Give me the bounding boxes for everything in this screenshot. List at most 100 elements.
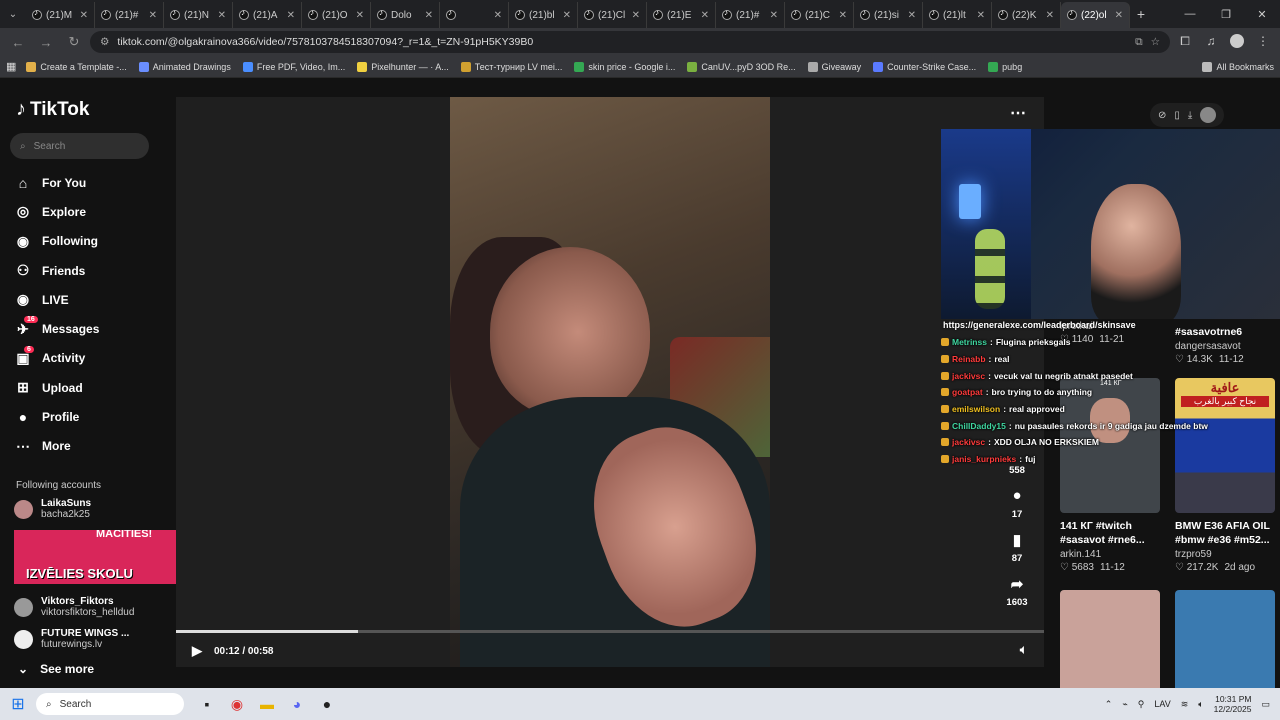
volume-icon[interactable]: 🔈︎ bbox=[1020, 641, 1028, 658]
browser-tab[interactable]: (22)K✕ bbox=[992, 2, 1061, 28]
account-futurewings[interactable]: FUTURE WINGS ... futurewings.lv bbox=[14, 628, 129, 650]
mic-icon[interactable]: ⚲ bbox=[1138, 699, 1145, 710]
windows-start-icon[interactable]: ⊞ bbox=[0, 694, 36, 714]
bookmark-item[interactable]: Counter-Strike Case... bbox=[873, 61, 976, 72]
browser-tab[interactable]: (21)C✕ bbox=[785, 2, 854, 28]
clock[interactable]: 10:31 PM 12/2/2025 bbox=[1214, 694, 1252, 714]
reload-icon[interactable]: ↻ bbox=[62, 34, 86, 50]
tab-search-button[interactable]: ⌄ bbox=[0, 0, 26, 28]
search-input[interactable]: ⌕ Search bbox=[10, 133, 149, 159]
close-tab-icon[interactable]: ✕ bbox=[701, 10, 709, 21]
nav-item-explore[interactable]: ◎ Explore bbox=[14, 197, 99, 226]
browser-tab[interactable]: ✕ bbox=[440, 2, 509, 28]
close-tab-icon[interactable]: ✕ bbox=[977, 10, 985, 21]
browser-tab[interactable]: (22)ol✕ bbox=[1061, 2, 1130, 28]
file-explorer-icon[interactable]: ▬ bbox=[252, 696, 282, 712]
video-card[interactable] bbox=[1175, 590, 1275, 688]
bookmark-star-icon[interactable]: ☆ bbox=[1151, 36, 1160, 48]
bookmark-item[interactable]: Animated Drawings bbox=[138, 61, 231, 72]
browser-tab[interactable]: (21)si✕ bbox=[854, 2, 923, 28]
extensions-icon[interactable]: ⧠ bbox=[1174, 34, 1196, 51]
more-options-icon[interactable]: ⋯ bbox=[1010, 103, 1026, 123]
profile-avatar[interactable] bbox=[1226, 33, 1248, 51]
browser-tab[interactable]: (21)bl✕ bbox=[509, 2, 578, 28]
video-thumbnail[interactable] bbox=[1175, 590, 1275, 688]
see-more-button[interactable]: ⌄ See more bbox=[18, 662, 94, 676]
video-frame[interactable] bbox=[450, 97, 770, 667]
browser-tab[interactable]: Dolo✕ bbox=[371, 2, 440, 28]
browser-tab[interactable]: (21)A✕ bbox=[233, 2, 302, 28]
device-icon[interactable]: ▯ bbox=[1174, 110, 1180, 121]
video-thumbnail[interactable] bbox=[1060, 590, 1160, 688]
close-tab-icon[interactable]: ✕ bbox=[425, 10, 433, 21]
close-tab-icon[interactable]: ✕ bbox=[149, 10, 157, 21]
close-tab-icon[interactable]: ✕ bbox=[839, 10, 847, 21]
nav-item-messages[interactable]: ✈ Messages 16 bbox=[14, 314, 99, 343]
browser-tab[interactable]: (21)Cl✕ bbox=[578, 2, 647, 28]
chrome-icon[interactable]: ◉ bbox=[222, 696, 252, 713]
close-tab-icon[interactable]: ✕ bbox=[80, 10, 88, 21]
install-icon[interactable]: ⧉ bbox=[1135, 36, 1143, 49]
play-icon[interactable]: ▶ bbox=[192, 643, 202, 659]
nav-item-live[interactable]: ◉ LIVE bbox=[14, 285, 99, 314]
menu-icon[interactable]: ⋮ bbox=[1252, 34, 1274, 51]
omnibox[interactable]: ⚙ tiktok.com/@olgakrainova366/video/7578… bbox=[90, 31, 1170, 53]
language-indicator[interactable]: LAV bbox=[1154, 699, 1170, 709]
bookmark-item[interactable]: Pixelhunter — · A... bbox=[357, 61, 449, 72]
browser-tab[interactable]: (21)E✕ bbox=[647, 2, 716, 28]
bookmark-item[interactable]: skin price - Google i... bbox=[574, 61, 675, 72]
account-laikasuns[interactable]: LaikaSuns bacha2k25 bbox=[14, 498, 91, 520]
nav-item-upload[interactable]: ⊞ Upload bbox=[14, 373, 99, 402]
notifications-icon[interactable]: ▭ bbox=[1261, 699, 1270, 710]
new-tab-button[interactable]: + bbox=[1130, 6, 1152, 22]
promo-banner[interactable]: MACITIES! IZVĒLIES SKOLU bbox=[14, 530, 194, 584]
browser-tab[interactable]: (21)M✕ bbox=[26, 2, 95, 28]
nav-item-following[interactable]: ◉ Following bbox=[14, 227, 99, 256]
nav-item-friends[interactable]: ⚇ Friends bbox=[14, 256, 99, 285]
discord-icon[interactable]: ◕ bbox=[282, 696, 312, 712]
download-icon[interactable]: ⤓ bbox=[1188, 110, 1192, 121]
media-controls-icon[interactable]: ♫ bbox=[1200, 34, 1222, 51]
user-avatar[interactable] bbox=[1200, 107, 1217, 123]
browser-tab[interactable]: (21)lt✕ bbox=[923, 2, 992, 28]
close-window-button[interactable]: ✕ bbox=[1244, 8, 1280, 21]
video-caption[interactable]: 141 КГ #twitch #sasavot #rne6... bbox=[1060, 519, 1160, 547]
minimize-button[interactable]: — bbox=[1172, 8, 1208, 21]
close-tab-icon[interactable]: ✕ bbox=[287, 10, 295, 21]
task-view-icon[interactable]: ▪ bbox=[192, 696, 222, 712]
coin-icon[interactable]: ⊘ bbox=[1158, 110, 1166, 121]
browser-tab[interactable]: (21)N✕ bbox=[164, 2, 233, 28]
comment-icon[interactable]: ● bbox=[1012, 487, 1021, 509]
network-icon[interactable]: ⌁ bbox=[1122, 699, 1127, 710]
bookmark-item[interactable]: Тест-турнир LV mei... bbox=[460, 61, 562, 72]
bookmark-item[interactable]: Free PDF, Video, Im... bbox=[242, 61, 345, 72]
close-tab-icon[interactable]: ✕ bbox=[356, 10, 364, 21]
chevron-up-icon[interactable]: ⌃ bbox=[1105, 699, 1113, 710]
account-viktors[interactable]: Viktors_Fiktors viktorsfiktors_helldud bbox=[14, 596, 134, 618]
video-author[interactable]: arkin.141 bbox=[1060, 549, 1160, 560]
site-info-icon[interactable]: ⚙ bbox=[100, 36, 109, 48]
bookmark-item[interactable]: Giveaway bbox=[807, 61, 861, 72]
nav-item-for-you[interactable]: ⌂ For You bbox=[14, 168, 99, 197]
video-caption[interactable]: BMW E36 AFIA OIL #bmw #e36 #m52... bbox=[1175, 519, 1275, 547]
browser-tab[interactable]: (21)#✕ bbox=[95, 2, 164, 28]
nav-item-activity[interactable]: ▣ Activity 6 bbox=[14, 344, 99, 373]
bookmark-item[interactable]: CanUV...pyD 3OD Re... bbox=[687, 61, 796, 72]
close-tab-icon[interactable]: ✕ bbox=[494, 10, 502, 21]
back-icon[interactable]: ← bbox=[6, 35, 30, 50]
apps-icon[interactable]: ▦ bbox=[6, 60, 16, 73]
nav-item-more[interactable]: ⋯ More bbox=[14, 432, 99, 461]
wifi-icon[interactable]: ≋ bbox=[1181, 699, 1189, 710]
close-tab-icon[interactable]: ✕ bbox=[563, 10, 571, 21]
bookmark-icon[interactable]: ▮ bbox=[1013, 531, 1021, 553]
bookmark-item[interactable]: pubg bbox=[988, 61, 1022, 72]
video-player[interactable]: ⋯ ▶ 00:12 / 00:58 🔈︎ 558 ● 17 ▮ 87 ➦ 160… bbox=[176, 97, 1044, 667]
close-tab-icon[interactable]: ✕ bbox=[1046, 10, 1054, 21]
video-card[interactable] bbox=[1060, 590, 1160, 688]
forward-icon[interactable]: → bbox=[34, 35, 58, 50]
speaker-icon[interactable]: 🔈︎ bbox=[1198, 699, 1203, 710]
close-tab-icon[interactable]: ✕ bbox=[770, 10, 778, 21]
nav-item-profile[interactable]: ● Profile bbox=[14, 402, 99, 431]
progress-bar[interactable] bbox=[176, 630, 1044, 633]
url-text[interactable]: tiktok.com/@olgakrainova366/video/757810… bbox=[117, 36, 1127, 48]
